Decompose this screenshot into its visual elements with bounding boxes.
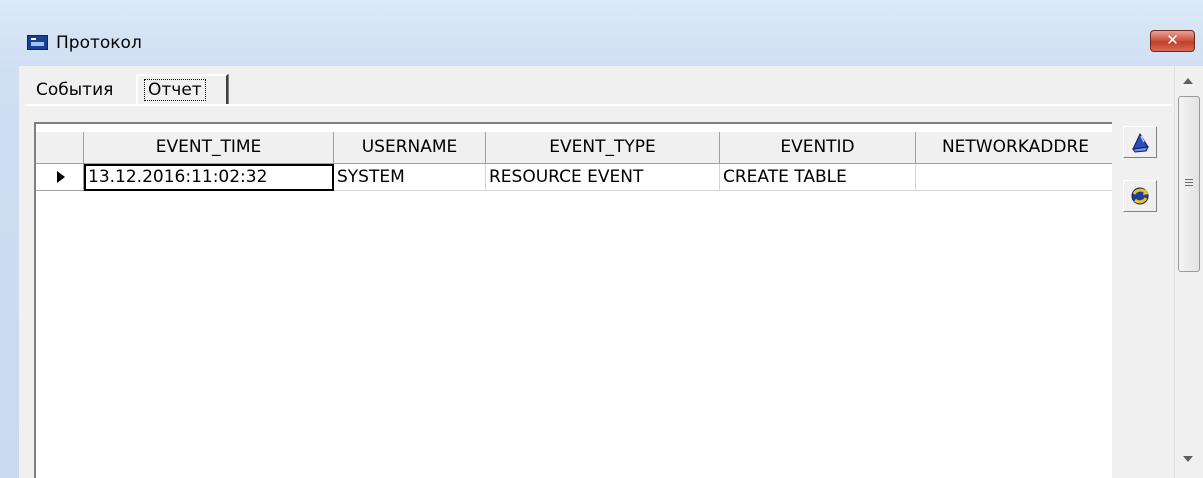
scroll-up-icon[interactable]: [1183, 78, 1193, 84]
tab-report-label: Отчет: [144, 79, 206, 101]
column-header-event-type[interactable]: EVENT_TYPE: [486, 132, 720, 164]
tab-divider: [26, 104, 1172, 108]
window-title: Протокол: [56, 33, 142, 53]
report-grid[interactable]: EVENT_TIME USERNAME EVENT_TYPE EVENTID N…: [34, 122, 1112, 478]
print-button[interactable]: [1123, 126, 1157, 158]
refresh-icon: [1131, 187, 1149, 205]
table-cell-networkaddress[interactable]: [916, 164, 1112, 191]
scroll-down-icon[interactable]: [1183, 456, 1193, 462]
header-corner: [36, 132, 84, 164]
title-bar[interactable]: [0, 22, 1203, 66]
table-cell-eventid[interactable]: CREATE TABLE: [720, 164, 916, 191]
app-icon: [27, 35, 48, 50]
table-cell-event-type[interactable]: RESOURCE EVENT: [486, 164, 720, 191]
close-button[interactable]: ✕: [1150, 30, 1195, 52]
scroll-grip-line: [1185, 182, 1193, 183]
tab-events-label: События: [36, 80, 114, 100]
column-header-networkaddress[interactable]: NETWORKADDRE: [916, 132, 1112, 164]
protocol-window: Протокол ✕ События Отчет EVENT_TIME USER…: [0, 0, 1203, 478]
column-header-eventid[interactable]: EVENTID: [720, 132, 916, 164]
print-icon: [1132, 132, 1149, 153]
row-indicator-arrow[interactable]: [36, 164, 84, 191]
column-header-event-time[interactable]: EVENT_TIME: [84, 132, 334, 164]
tab-report[interactable]: Отчет: [136, 74, 228, 104]
table-cell-event-time[interactable]: 13.12.2016:11:02:32: [84, 164, 334, 191]
scroll-grip-line: [1185, 179, 1193, 180]
tab-events[interactable]: События: [30, 76, 130, 106]
vertical-scrollbar[interactable]: [1174, 66, 1203, 478]
column-header-username[interactable]: USERNAME: [334, 132, 486, 164]
refresh-button[interactable]: [1123, 180, 1157, 212]
scroll-grip-line: [1185, 185, 1193, 186]
table-cell-username[interactable]: SYSTEM: [334, 164, 486, 191]
scroll-thumb[interactable]: [1178, 96, 1200, 272]
